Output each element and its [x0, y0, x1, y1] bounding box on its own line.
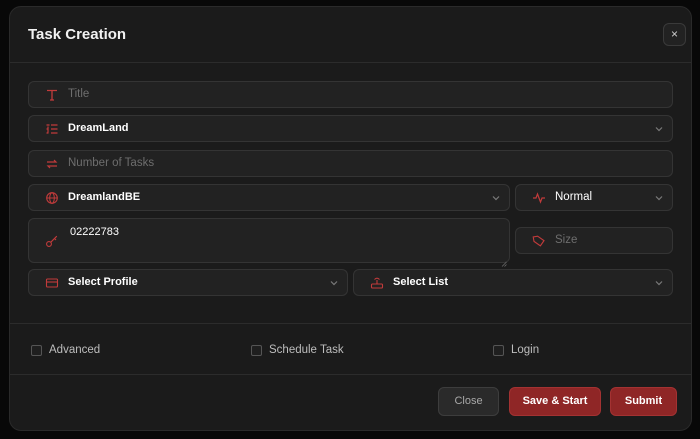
region-value: DreamlandBE	[68, 191, 141, 203]
list-icon	[45, 122, 59, 136]
login-checkbox[interactable]: Login	[493, 343, 539, 357]
title-placeholder: Title	[68, 88, 90, 100]
text-icon	[45, 88, 59, 102]
chevron-down-icon	[654, 124, 664, 134]
task-creation-modal: Task Creation × Title DreamLand Number o…	[9, 6, 692, 431]
store-select[interactable]: DreamLand	[28, 115, 673, 142]
schedule-task-label: Schedule Task	[269, 344, 344, 356]
size-input[interactable]: Size	[515, 227, 673, 254]
chevron-down-icon	[491, 193, 501, 203]
globe-icon	[45, 191, 59, 205]
checkbox-box[interactable]	[493, 344, 504, 356]
number-of-tasks-input[interactable]: Number of Tasks	[28, 150, 673, 177]
key-input[interactable]: 02222783	[28, 218, 510, 267]
region-select[interactable]: DreamlandBE	[28, 184, 510, 211]
modal-header: Task Creation ×	[10, 7, 691, 63]
size-placeholder: Size	[555, 234, 578, 246]
advanced-checkbox[interactable]: Advanced	[31, 343, 100, 357]
mode-value: Normal	[555, 191, 593, 203]
tag-icon	[532, 234, 546, 248]
profile-select[interactable]: Select Profile	[28, 269, 348, 296]
list-value: Select List	[393, 276, 449, 288]
chevron-down-icon	[654, 278, 664, 288]
save-and-start-button[interactable]: Save & Start	[509, 387, 601, 416]
login-label: Login	[511, 344, 540, 356]
checkbox-box[interactable]	[31, 344, 42, 356]
close-modal-button[interactable]: ×	[663, 23, 686, 46]
mode-select[interactable]: Normal	[515, 184, 673, 211]
options-row: Advanced Schedule Task Login	[10, 323, 691, 375]
close-button[interactable]: Close	[438, 387, 499, 416]
checkbox-box[interactable]	[251, 344, 262, 356]
store-value: DreamLand	[68, 122, 129, 134]
card-icon	[45, 276, 59, 290]
chevron-down-icon	[329, 278, 339, 288]
key-icon	[45, 234, 59, 248]
list-select[interactable]: Select List	[353, 269, 673, 296]
chevron-down-icon	[654, 193, 664, 203]
title-input[interactable]: Title	[28, 81, 673, 108]
modal-title: Task Creation	[28, 26, 127, 43]
number-of-tasks-placeholder: Number of Tasks	[68, 157, 155, 169]
submit-button[interactable]: Submit	[610, 387, 677, 416]
pulse-icon	[532, 191, 546, 205]
key-value: 02222783	[70, 226, 119, 238]
repeat-icon	[45, 157, 59, 171]
profile-value: Select Profile	[68, 276, 138, 288]
resize-grip-icon[interactable]	[501, 254, 507, 267]
schedule-task-checkbox[interactable]: Schedule Task	[251, 343, 344, 357]
advanced-label: Advanced	[49, 344, 101, 356]
router-icon	[370, 276, 384, 290]
